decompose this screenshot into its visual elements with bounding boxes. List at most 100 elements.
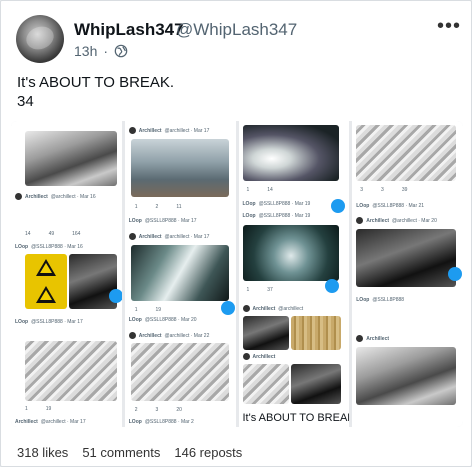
mini-actions: 2 3 20 [135,407,182,413]
mini-author: Archillect [138,233,162,240]
media-thumb [25,341,117,401]
media-caption: It's ABOUT TO BREAK [242,412,350,424]
mini-stat: 11 [176,204,182,210]
mini-stat: 14 [267,187,273,193]
mini-post: Archillect @archillect · Mar 17 [128,233,232,240]
mini-stat: 39 [401,187,408,193]
mini-handle: @archillect · Mar 17 [164,233,210,240]
media-thumb [25,254,67,309]
mini-handle: @archillect · Mar 22 [164,332,210,339]
mini-handle: @SSLL8P888 · Mar 16 [31,244,83,250]
mini-actions: 3 3 39 [360,187,407,193]
display-name[interactable]: WhipLash347 [74,20,184,40]
post-media-image[interactable]: Archillect @archillect · Mar 16 14 49 164… [11,121,463,427]
mini-post: LOop @SSLL8P888 · Mar 19 [243,201,346,207]
mini-author: Archillect [366,217,390,224]
mini-stat: 1 [134,307,138,313]
media-thumb [290,316,341,350]
mini-handle: @archillect [278,305,304,312]
media-column-3: 1 14 LOop @SSLL8P888 · Mar 19 LOop @SSLL8P… [238,121,350,427]
handle[interactable]: @WhipLash347 [176,20,297,40]
more-options-icon[interactable]: ••• [437,15,461,38]
media-thumb [242,316,289,350]
media-thumb [130,245,229,301]
mini-handle: @archillect · Mar 16 [50,193,96,200]
mini-post: LOop @SSLL8P888 [356,297,459,303]
mini-stat: 2 [155,204,159,210]
globe-icon [114,44,128,58]
mini-avatar [356,335,364,342]
avatar[interactable] [16,15,64,63]
mini-author: LOop [15,244,29,250]
mini-avatar [128,127,136,134]
post-card: WhipLash347 @WhipLash347 13h · ••• It's … [0,0,472,467]
media-thumb [356,229,457,287]
mini-author: LOop [242,201,256,207]
mini-stat: 1 [134,204,138,210]
mini-post: Archillect @archillect · Mar 20 [356,217,459,224]
mini-actions: 1 19 [135,307,161,313]
mini-handle: @SSLL8P888 · Mar 21 [372,203,425,209]
scroll-indicator [109,289,122,303]
mini-avatar [242,305,250,312]
mini-stat: 3 [381,187,384,193]
mini-stat: 2 [134,407,138,413]
mini-author: LOop [128,419,142,425]
mini-avatar [128,233,136,240]
mini-avatar [15,193,22,200]
mini-post: Archillect [356,335,459,342]
mini-stat: 19 [155,307,162,313]
reposts-count[interactable]: 146 reposts [174,445,242,460]
mini-post: LOop @SSLL8P888 · Mar 17 [15,319,118,325]
mini-handle: @SSLL8P888 · Mar 19 [258,213,311,219]
mini-author: LOop [128,218,142,224]
media-thumb [69,254,117,309]
mini-author: Archillect [15,419,38,425]
engagement-stats: 318 likes 51 comments 146 reposts [17,445,242,460]
mini-post: Archillect @archillect [242,305,346,312]
mini-stat: 3 [360,187,364,193]
media-column-2: Archillect @archillect · Mar 17 1 2 11 LO… [124,121,236,427]
mini-stat: 20 [176,407,182,413]
mini-stat: 19 [45,406,52,412]
mini-handle: @archillect · Mar 17 [164,127,210,134]
mini-handle: @SSLL8P888 · Mar 17 [144,218,197,224]
mini-post: Archillect [242,353,346,360]
mini-post: LOop @SSLL8P888 · Mar 20 [129,317,232,323]
media-thumb [356,347,457,405]
mini-stat: 49 [48,231,55,237]
mini-author: Archillect [252,353,276,360]
mini-handle: @SSLL8P888 · Mar 17 [31,319,83,325]
mini-post: Archillect @archillect · Mar 22 [128,332,232,339]
mini-author: LOop [128,317,142,323]
mini-post: LOop @SSLL8P888 · Mar 17 [129,218,232,224]
media-thumb [290,364,341,404]
mini-stat: 1 [246,287,250,293]
mini-author: Archillect [138,127,162,134]
post-time[interactable]: 13h [74,43,97,59]
media-thumb [242,125,339,181]
mini-avatar [242,353,250,360]
mini-post: Archillect @archillect · Mar 17 [128,127,232,134]
media-thumb [130,139,229,197]
mini-stat: 3 [155,407,159,413]
mini-stat: 164 [72,231,81,237]
media-thumb [356,125,457,181]
comments-count[interactable]: 51 comments [82,445,160,460]
mini-actions: 1 14 [247,187,273,193]
scroll-indicator [448,267,463,281]
mini-stat: 1 [25,406,28,412]
mini-author: LOop [356,203,370,209]
mini-handle: @SSLL8P888 · Mar 2 [144,419,194,425]
mini-author: LOop [356,297,370,303]
scroll-indicator [330,199,345,213]
mini-author: Archillect [138,332,162,339]
media-column-1: Archillect @archillect · Mar 16 14 49 164… [11,121,122,427]
mini-handle: @SSLL8P888 · Mar 19 [258,201,311,207]
post-text: It's ABOUT TO BREAK. 34 [17,74,175,110]
mini-stat: 14 [25,231,31,237]
likes-count[interactable]: 318 likes [17,445,68,460]
mini-actions: 1 37 [247,287,273,293]
mini-avatar [128,332,136,339]
mini-author: Archillect [252,305,276,312]
